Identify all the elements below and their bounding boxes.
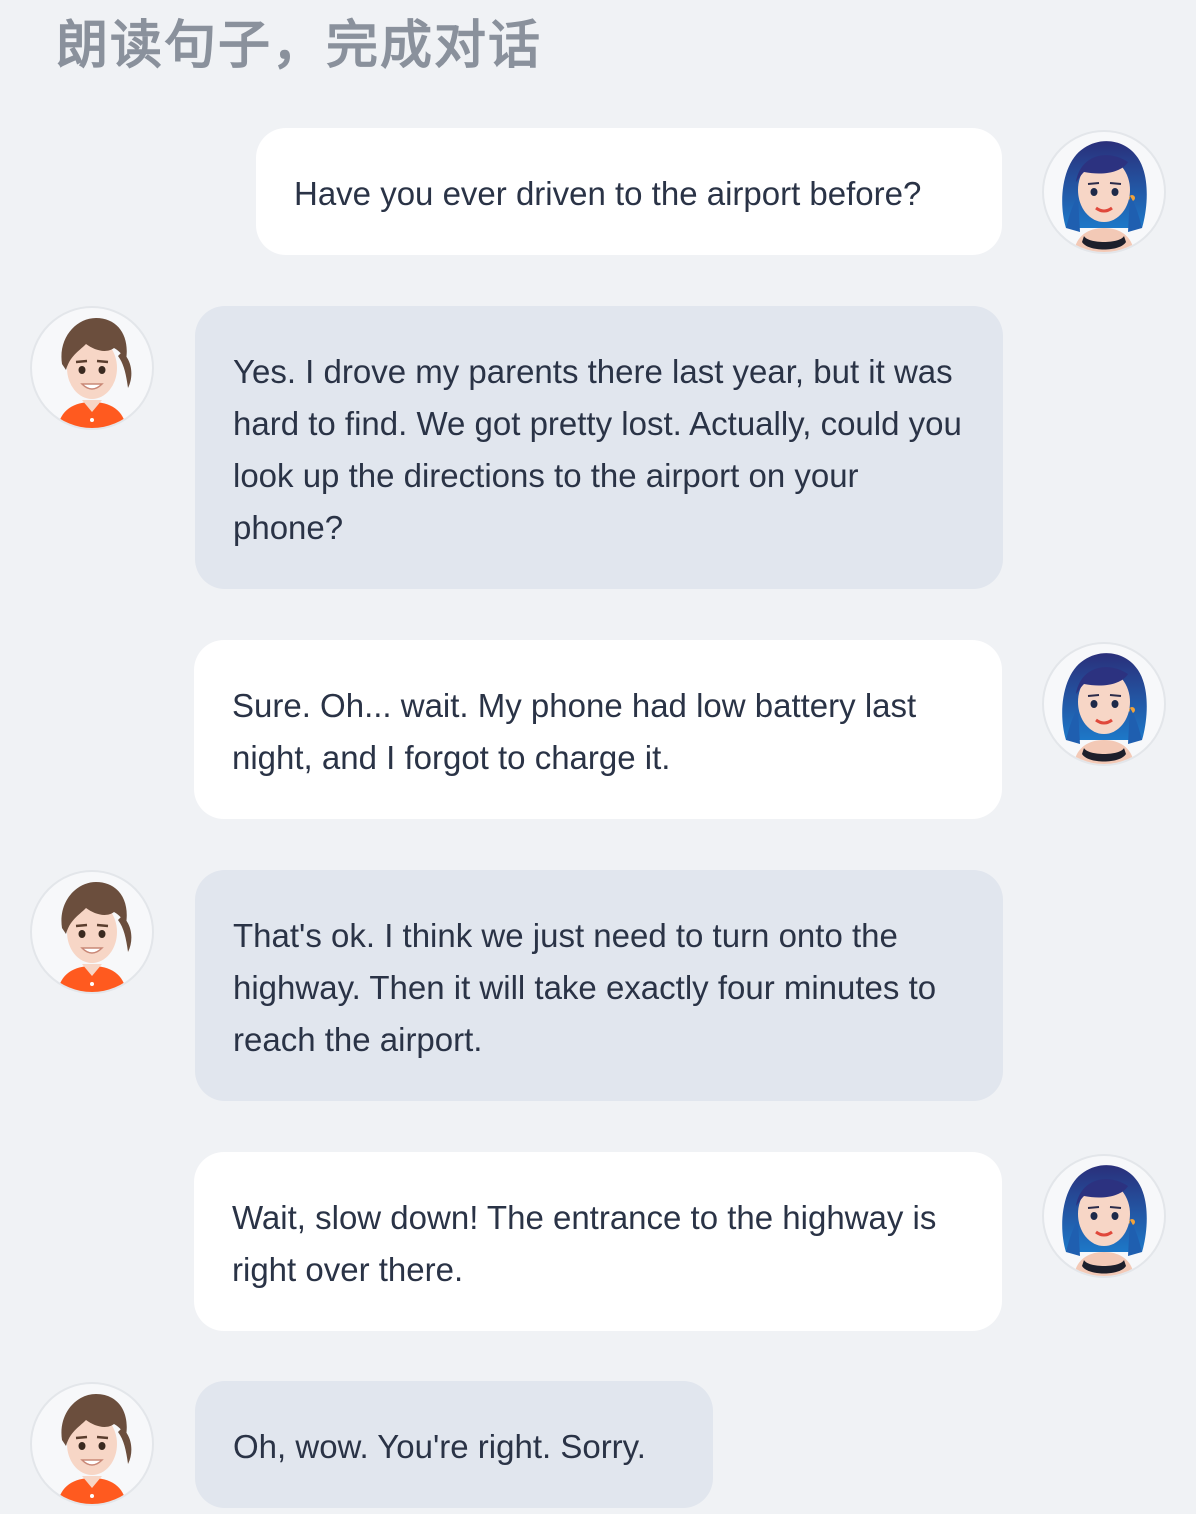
woman-blue-hair-avatar-icon	[1042, 130, 1166, 254]
woman-blue-hair-avatar-icon	[1042, 642, 1166, 766]
message-text: Have you ever driven to the airport befo…	[294, 175, 922, 212]
message-bubble-2[interactable]: Yes. I drove my parents there last year,…	[195, 306, 1003, 589]
message-bubble-3[interactable]: Sure. Oh... wait. My phone had low batte…	[194, 640, 1002, 819]
dialogue-page: 朗读句子，完成对话 Have you ever driven to the ai…	[0, 0, 1196, 1514]
message-text: Oh, wow. You're right. Sorry.	[233, 1428, 646, 1465]
message-bubble-6[interactable]: Oh, wow. You're right. Sorry.	[195, 1381, 713, 1508]
message-text: That's ok. I think we just need to turn …	[233, 917, 937, 1058]
message-bubble-5[interactable]: Wait, slow down! The entrance to the hig…	[194, 1152, 1002, 1331]
message-bubble-1[interactable]: Have you ever driven to the airport befo…	[256, 128, 1002, 255]
message-text: Wait, slow down! The entrance to the hig…	[232, 1199, 937, 1288]
man-orange-shirt-avatar-icon	[30, 306, 154, 430]
page-title: 朗读句子，完成对话	[56, 16, 543, 76]
man-orange-shirt-avatar-icon	[30, 1382, 154, 1506]
message-text: Sure. Oh... wait. My phone had low batte…	[232, 687, 917, 776]
message-bubble-4[interactable]: That's ok. I think we just need to turn …	[195, 870, 1003, 1101]
message-text: Yes. I drove my parents there last year,…	[233, 353, 962, 546]
man-orange-shirt-avatar-icon	[30, 870, 154, 994]
woman-blue-hair-avatar-icon	[1042, 1154, 1166, 1278]
